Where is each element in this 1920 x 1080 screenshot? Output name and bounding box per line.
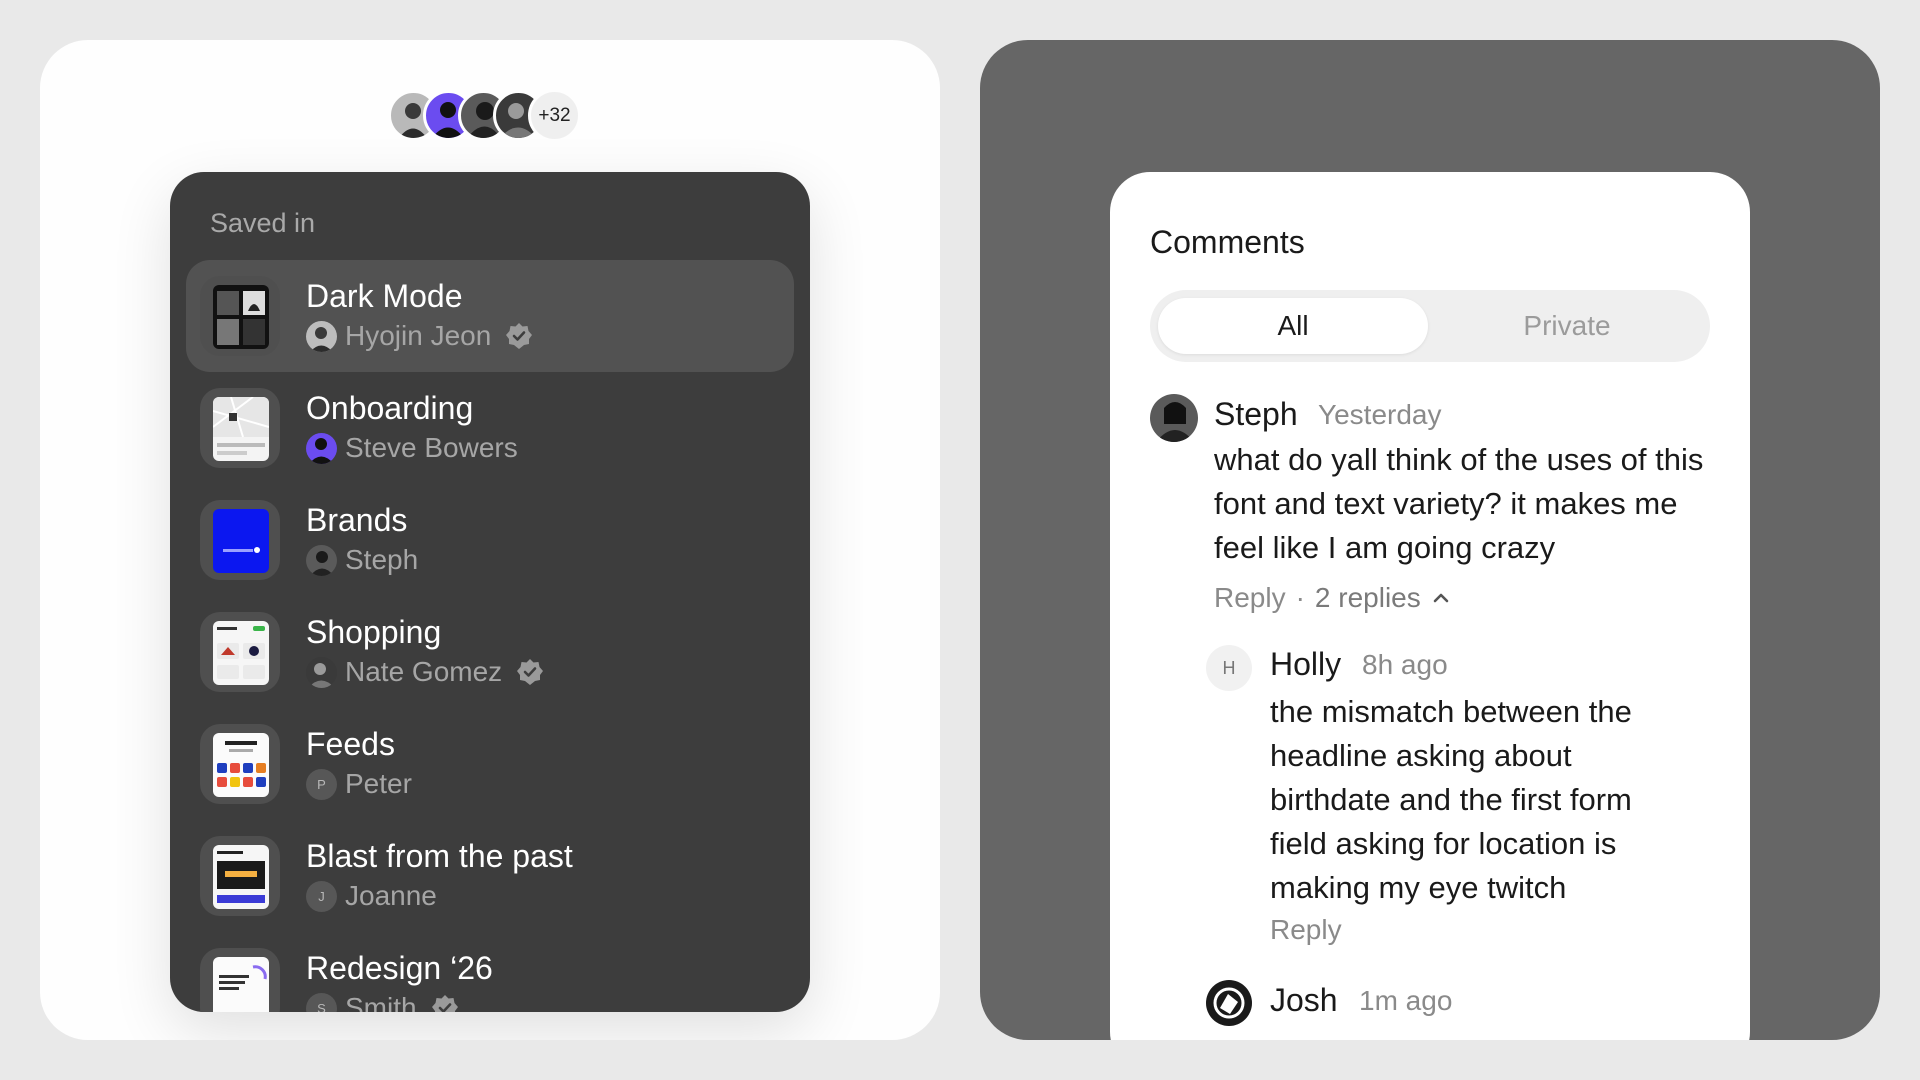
reply-button[interactable]: Reply: [1270, 914, 1342, 946]
collection-item-dark-mode[interactable]: Dark Mode Hyojin Jeon: [186, 260, 794, 372]
collection-owner: Steph: [306, 544, 418, 576]
comment-actions: Reply · 2 replies: [1214, 582, 1451, 614]
replies-toggle[interactable]: 2 replies: [1315, 582, 1421, 614]
comments-panel: Comments All Private Steph Yesterday wha…: [980, 40, 1880, 1040]
comment-body: what do yall think of the uses of this f…: [1214, 442, 1704, 565]
collection-thumbnail: [200, 388, 280, 468]
comment-actions: Reply: [1270, 914, 1342, 946]
owner-name: Smith: [345, 992, 417, 1012]
owner-name: Joanne: [345, 880, 437, 911]
tab-all[interactable]: All: [1158, 298, 1428, 354]
comment-body: the mismatch between the headline asking…: [1270, 694, 1632, 905]
collection-title: Feeds: [306, 726, 395, 762]
owner-name: Peter: [345, 768, 412, 799]
avatar[interactable]: [1206, 980, 1252, 1026]
collection-item-redesign-26[interactable]: Redesign ‘26 S Smith: [186, 932, 794, 1012]
comment-timestamp: 8h ago: [1362, 649, 1448, 680]
collection-item-shopping[interactable]: Shopping Nate Gomez: [186, 596, 794, 708]
collection-thumbnail: [200, 948, 280, 1012]
chevron-up-icon[interactable]: [1431, 588, 1451, 608]
collection-thumbnail: [200, 836, 280, 916]
verified-badge-icon: [517, 659, 544, 685]
comments-card: Comments All Private Steph Yesterday wha…: [1110, 172, 1750, 1040]
collection-title: Redesign ‘26: [306, 950, 493, 986]
verified-badge-icon: [506, 323, 533, 349]
owner-name: Nate Gomez: [345, 656, 503, 687]
owner-name: Hyojin Jeon: [345, 320, 492, 351]
collection-title: Shopping: [306, 614, 442, 650]
comment-timestamp: 1m ago: [1359, 985, 1453, 1016]
collection-thumbnail: [200, 612, 280, 692]
owner-initial-avatar: P: [306, 768, 337, 800]
owner-avatar: [306, 432, 337, 464]
comment-author[interactable]: Steph: [1214, 396, 1298, 433]
collection-title: Brands: [306, 502, 408, 538]
collection-thumbnail: [200, 500, 280, 580]
saved-in-menu: Saved in Dark Mode Hyojin Jeon Onboardin…: [170, 172, 810, 1012]
owner-avatar: [306, 320, 337, 352]
collection-title: Dark Mode: [306, 278, 463, 314]
collaborator-avatars[interactable]: +32: [388, 89, 581, 142]
owner-name: Steve Bowers: [345, 432, 518, 463]
collection-title: Onboarding: [306, 390, 474, 426]
comments-title: Comments: [1150, 224, 1305, 260]
avatar[interactable]: [1150, 394, 1198, 442]
collection-owner: S Smith: [306, 992, 459, 1012]
collection-thumbnail: [200, 724, 280, 804]
owner-name: Steph: [345, 544, 419, 575]
collection-owner: Steve Bowers: [306, 432, 518, 464]
collection-owner: Nate Gomez: [306, 656, 544, 688]
collection-owner: J Joanne: [306, 880, 437, 912]
owner-initial-avatar: S: [306, 992, 337, 1012]
comment-author[interactable]: Holly: [1270, 646, 1341, 683]
menu-heading: Saved in: [210, 208, 316, 238]
collection-list: Dark Mode Hyojin Jeon Onboarding Steve B…: [186, 260, 794, 1012]
collection-item-feeds[interactable]: Feeds P Peter: [186, 708, 794, 820]
collaborator-count-badge[interactable]: +32: [528, 89, 581, 142]
avatar[interactable]: H: [1206, 645, 1252, 691]
collection-item-blast-from-the-past[interactable]: Blast from the past J Joanne: [186, 820, 794, 932]
comments-filter-tabs: All Private: [1150, 290, 1710, 362]
collection-owner: Hyojin Jeon: [306, 320, 533, 352]
collection-item-brands[interactable]: Brands Steph: [186, 484, 794, 596]
collection-item-onboarding[interactable]: Onboarding Steve Bowers: [186, 372, 794, 484]
owner-avatar: [306, 656, 337, 688]
collection-thumbnail: [200, 276, 280, 356]
saved-in-panel: +32 Saved in Dark Mode Hyojin Jeon Onboa…: [40, 40, 940, 1040]
verified-badge-icon: [431, 995, 458, 1012]
owner-avatar: [306, 544, 337, 576]
collection-title: Blast from the past: [306, 838, 573, 874]
separator-dot: ·: [1295, 582, 1305, 613]
owner-initial-avatar: J: [306, 880, 337, 912]
tab-private[interactable]: Private: [1432, 298, 1702, 354]
reply-button[interactable]: Reply: [1214, 582, 1286, 614]
collection-owner: P Peter: [306, 768, 412, 800]
comment-timestamp: Yesterday: [1318, 399, 1442, 430]
comment-author[interactable]: Josh: [1270, 982, 1338, 1019]
